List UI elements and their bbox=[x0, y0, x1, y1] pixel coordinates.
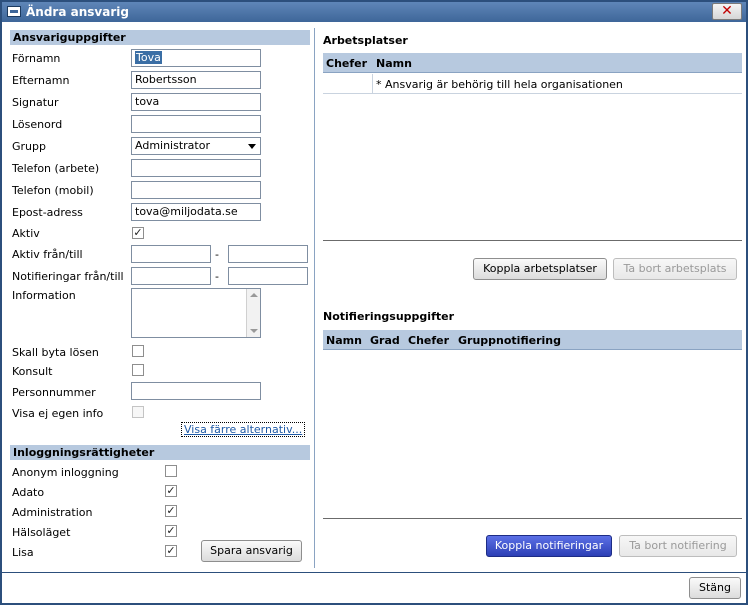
app-icon bbox=[7, 6, 21, 17]
visa-ej-checkbox[interactable] bbox=[132, 406, 144, 418]
information-textarea[interactable] bbox=[131, 288, 261, 338]
label-signatur: Signatur bbox=[12, 96, 59, 109]
label-telefon-arbete: Telefon (arbete) bbox=[12, 162, 100, 175]
panel-divider bbox=[314, 28, 315, 568]
ta-bort-arbetsplats-button[interactable]: Ta bort arbetsplats bbox=[613, 258, 737, 280]
fornamn-input[interactable]: Tova bbox=[131, 49, 261, 67]
table-row[interactable]: * Ansvarig är behörig till hela organisa… bbox=[323, 74, 742, 94]
spara-ansvarig-button[interactable]: Spara ansvarig bbox=[201, 540, 302, 562]
label-anonym: Anonym inloggning bbox=[12, 466, 119, 479]
column-gruppnotifiering[interactable]: Gruppnotifiering bbox=[458, 334, 561, 347]
halsolaget-checkbox[interactable]: ✓ bbox=[165, 525, 177, 537]
notif-grid-header: Namn Grad Chefer Gruppnotifiering bbox=[323, 330, 742, 350]
telefon-arbete-input[interactable] bbox=[131, 159, 261, 177]
personnummer-input[interactable] bbox=[131, 382, 261, 400]
column-chefer[interactable]: Chefer bbox=[408, 334, 449, 347]
koppla-arbetsplatser-button[interactable]: Koppla arbetsplatser bbox=[473, 258, 607, 280]
telefon-mobil-input[interactable] bbox=[131, 181, 261, 199]
label-notif-fran-till: Notifieringar från/till bbox=[12, 270, 124, 283]
label-epost: Epost-adress bbox=[12, 206, 83, 219]
column-chefer[interactable]: Chefer bbox=[326, 57, 367, 70]
window-title: Ändra ansvarig bbox=[26, 5, 129, 19]
aktiv-checkbox[interactable]: ✓ bbox=[132, 227, 144, 239]
label-administration: Administration bbox=[12, 506, 93, 519]
scroll-down-icon bbox=[250, 329, 258, 333]
aktiv-till-input[interactable] bbox=[228, 245, 308, 263]
close-button[interactable]: ✕ bbox=[712, 3, 742, 20]
cell-separator bbox=[372, 74, 373, 94]
section-ansvariguppgifter: Ansvariguppgifter bbox=[10, 30, 310, 45]
title-bar: Ändra ansvarig ✕ bbox=[2, 2, 746, 22]
notifieringsuppgifter-title: Notifieringsuppgifter bbox=[323, 310, 455, 323]
signatur-input[interactable]: tova bbox=[131, 93, 261, 111]
notif-fran-input[interactable] bbox=[131, 267, 211, 285]
konsult-checkbox[interactable] bbox=[132, 364, 144, 376]
label-halsolaget: Hälsoläget bbox=[12, 526, 71, 539]
adato-checkbox[interactable]: ✓ bbox=[165, 485, 177, 497]
label-losenord: Lösenord bbox=[12, 118, 63, 131]
scroll-up-icon bbox=[250, 293, 258, 297]
ta-bort-notifiering-button[interactable]: Ta bort notifiering bbox=[619, 535, 737, 557]
table-cell-namn: * Ansvarig är behörig till hela organisa… bbox=[376, 78, 623, 91]
label-grupp: Grupp bbox=[12, 140, 46, 153]
arbetsplatser-grid-header: Chefer Namn bbox=[323, 53, 742, 73]
lisa-checkbox[interactable]: ✓ bbox=[165, 545, 177, 557]
column-grad[interactable]: Grad bbox=[370, 334, 400, 347]
notif-grid-bottom bbox=[323, 518, 742, 519]
fornamn-value: Tova bbox=[135, 51, 162, 64]
label-aktiv: Aktiv bbox=[12, 227, 40, 240]
label-aktiv-fran-till: Aktiv från/till bbox=[12, 248, 83, 261]
label-information: Information bbox=[12, 289, 76, 302]
label-visa-ej: Visa ej egen info bbox=[12, 407, 104, 420]
label-personnummer: Personnummer bbox=[12, 386, 96, 399]
administration-checkbox[interactable]: ✓ bbox=[165, 505, 177, 517]
label-adato: Adato bbox=[12, 486, 45, 499]
label-fornamn: Förnamn bbox=[12, 52, 61, 65]
arbetsplatser-grid-bottom bbox=[323, 240, 742, 241]
footer-divider bbox=[2, 572, 746, 573]
visa-farre-link[interactable]: Visa färre alternativ... bbox=[181, 422, 306, 437]
textarea-scrollbar[interactable] bbox=[246, 289, 260, 337]
range-dash: - bbox=[215, 270, 219, 283]
losenord-input[interactable] bbox=[131, 115, 261, 133]
label-efternamn: Efternamn bbox=[12, 74, 70, 87]
label-skall-byta: Skall byta lösen bbox=[12, 346, 99, 359]
label-lisa: Lisa bbox=[12, 546, 34, 559]
column-namn[interactable]: Namn bbox=[326, 334, 362, 347]
grupp-value: Administrator bbox=[135, 139, 210, 152]
chevron-down-icon bbox=[248, 144, 256, 149]
arbetsplatser-title: Arbetsplatser bbox=[323, 34, 408, 47]
label-telefon-mobil: Telefon (mobil) bbox=[12, 184, 94, 197]
aktiv-fran-input[interactable] bbox=[131, 245, 211, 263]
koppla-notifieringar-button[interactable]: Koppla notifieringar bbox=[486, 535, 612, 557]
section-inloggningsrattigheter: Inloggningsrättigheter bbox=[10, 445, 310, 460]
column-namn[interactable]: Namn bbox=[376, 57, 412, 70]
dialog-window: Ändra ansvarig ✕ Ansvariguppgifter Förna… bbox=[0, 0, 748, 605]
grupp-select[interactable]: Administrator bbox=[131, 137, 261, 155]
stang-button[interactable]: Stäng bbox=[689, 577, 741, 599]
skall-byta-checkbox[interactable] bbox=[132, 345, 144, 357]
label-konsult: Konsult bbox=[12, 365, 53, 378]
efternamn-input[interactable]: Robertsson bbox=[131, 71, 261, 89]
range-dash: - bbox=[215, 248, 219, 261]
anonym-checkbox[interactable] bbox=[165, 465, 177, 477]
epost-input[interactable]: tova@miljodata.se bbox=[131, 203, 261, 221]
notif-till-input[interactable] bbox=[228, 267, 308, 285]
